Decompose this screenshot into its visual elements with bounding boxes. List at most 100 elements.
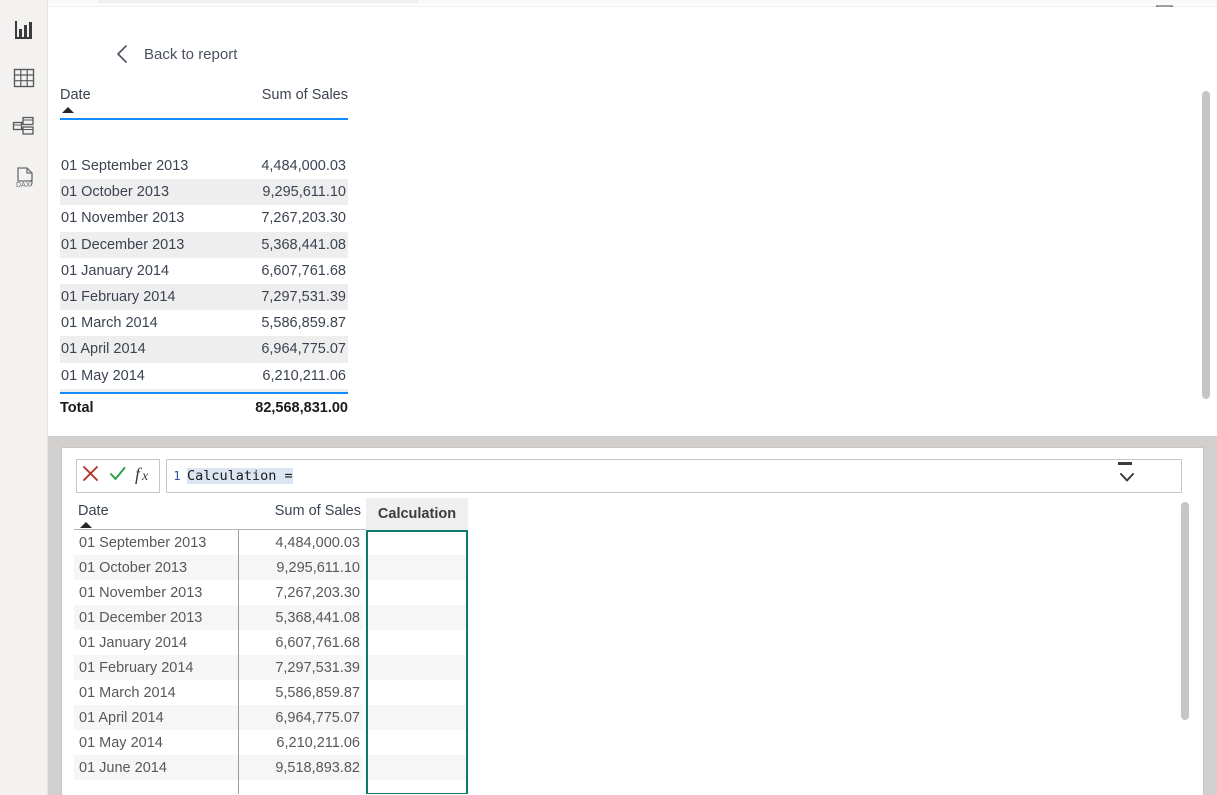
matrix-cell-sum-of-sales: 9,295,611.10 xyxy=(262,184,346,200)
grid-column-header-sum-of-sales[interactable]: Sum of Sales xyxy=(241,503,361,519)
matrix-row[interactable]: 01 December 20135,368,441.08 xyxy=(60,232,348,258)
back-to-report-button[interactable]: Back to report xyxy=(110,40,237,68)
matrix-rows: 01 September 20134,484,000.0301 October … xyxy=(60,153,348,394)
dax-query-icon: DAX xyxy=(11,166,37,190)
table-row[interactable]: 01 February 20147,297,531.39 xyxy=(74,655,1189,680)
svg-text:DAX: DAX xyxy=(16,182,31,189)
grid-cell-date[interactable]: 01 January 2014 xyxy=(74,630,238,655)
formula-expression[interactable]: Calculation = xyxy=(187,468,293,484)
sidebar-item-table-view[interactable] xyxy=(0,54,48,102)
grid-cell-sum-of-sales[interactable]: 9,295,611.10 xyxy=(239,555,363,580)
grid-cell-date[interactable]: 01 April 2014 xyxy=(74,705,238,730)
grid-cell-calculation[interactable] xyxy=(367,630,467,655)
grid-scrollbar-thumb[interactable] xyxy=(1181,502,1189,720)
sidebar-item-dax-query-view[interactable]: DAX xyxy=(0,154,48,202)
report-scrollbar-thumb[interactable] xyxy=(1202,91,1210,399)
formula-bar[interactable]: 1 Calculation = xyxy=(166,459,1182,493)
clipped-tab-sliver xyxy=(98,0,418,3)
matrix-rows-viewport: 01 September 20134,484,000.0301 October … xyxy=(60,120,348,394)
grid-cell-sum-of-sales[interactable]: 4,484,000.03 xyxy=(239,530,363,555)
matrix-row[interactable]: 01 November 20137,267,203.30 xyxy=(60,205,348,231)
grid-cell-calculation[interactable] xyxy=(367,530,467,555)
grid-cell-calculation[interactable] xyxy=(367,730,467,755)
matrix-cell-sum-of-sales: 7,297,531.39 xyxy=(261,289,346,305)
left-navigation-sidebar: DAX xyxy=(0,0,48,795)
table-row[interactable]: 01 June 20149,518,893.82 xyxy=(74,755,1189,780)
grid-cell-calculation[interactable] xyxy=(367,755,467,780)
matrix-cell-date: 01 April 2014 xyxy=(60,341,146,357)
grid-cell-date[interactable]: 01 May 2014 xyxy=(74,730,238,755)
grid-cell-calculation[interactable] xyxy=(367,555,467,580)
table-row[interactable]: 01 September 20134,484,000.03 xyxy=(74,530,1189,555)
table-row[interactable]: 01 October 20139,295,611.10 xyxy=(74,555,1189,580)
grid-cell-sum-of-sales[interactable]: 7,267,203.30 xyxy=(239,580,363,605)
bar-chart-icon xyxy=(13,20,35,40)
formula-bar-minimize-button[interactable] xyxy=(1111,457,1139,465)
grid-cell-sum-of-sales[interactable]: 7,297,531.39 xyxy=(239,655,363,680)
matrix-cell-date: 01 January 2014 xyxy=(60,263,169,279)
matrix-row[interactable]: 01 April 20146,964,775.07 xyxy=(60,336,348,362)
matrix-cell-sum-of-sales: 6,607,761.68 xyxy=(261,263,346,279)
matrix-row[interactable]: 01 May 20146,210,211.06 xyxy=(60,363,348,389)
grid-cell-date[interactable]: 01 March 2014 xyxy=(74,680,238,705)
grid-cell-date[interactable]: 01 December 2013 xyxy=(74,605,238,630)
sort-ascending-icon xyxy=(80,522,92,528)
table-row[interactable]: 01 March 20145,586,859.87 xyxy=(74,680,1189,705)
formula-action-buttons: f x xyxy=(76,459,160,493)
grid-cell-sum-of-sales[interactable]: 5,368,441.08 xyxy=(239,605,363,630)
matrix-cell-date: 01 September 2013 xyxy=(60,158,188,174)
matrix-cell-sum-of-sales: 7,267,203.30 xyxy=(261,210,346,226)
matrix-row[interactable]: 01 February 20147,297,531.39 xyxy=(60,284,348,310)
cancel-x-icon xyxy=(81,464,100,488)
matrix-row[interactable]: 01 October 20139,295,611.10 xyxy=(60,179,348,205)
report-canvas: Back to report Date Sum of Sales 01 Sept… xyxy=(48,7,1217,435)
grid-cell-sum-of-sales[interactable]: 5,586,859.87 xyxy=(239,680,363,705)
matrix-row[interactable]: 01 March 20145,586,859.87 xyxy=(60,310,348,336)
grid-cell-calculation[interactable] xyxy=(367,655,467,680)
table-row[interactable]: 01 December 20135,368,441.08 xyxy=(74,605,1189,630)
matrix-column-header-sum-of-sales[interactable]: Sum of Sales xyxy=(262,87,348,103)
grid-cell-date[interactable]: 01 September 2013 xyxy=(74,530,238,555)
table-row[interactable]: 01 May 20146,210,211.06 xyxy=(74,730,1189,755)
matrix-row[interactable]: 01 September 20134,484,000.03 xyxy=(60,153,348,179)
matrix-total-label: Total xyxy=(60,400,94,416)
matrix-visual: Date Sum of Sales 01 September 20134,484… xyxy=(60,87,348,119)
accept-button[interactable] xyxy=(105,461,131,491)
grid-cell-date[interactable]: 01 October 2013 xyxy=(74,555,238,580)
chevron-left-icon xyxy=(110,42,134,66)
grid-cell-sum-of-sales[interactable]: 6,210,211.06 xyxy=(239,730,363,755)
insert-function-button[interactable]: f x xyxy=(132,461,158,491)
matrix-cell-sum-of-sales: 5,586,859.87 xyxy=(261,315,346,331)
table-row[interactable]: 01 November 20137,267,203.30 xyxy=(74,580,1189,605)
data-grid-rows: 01 September 20134,484,000.0301 October … xyxy=(74,530,1189,780)
calculation-editor-panel: f x 1 Calculation = xyxy=(48,436,1217,795)
matrix-row[interactable]: 01 January 2014 6,607,761.68 xyxy=(60,258,348,284)
grid-cell-calculation[interactable] xyxy=(367,580,467,605)
chevron-down-icon xyxy=(1119,470,1135,488)
svg-text:x: x xyxy=(141,469,149,484)
sidebar-item-model-view[interactable] xyxy=(0,102,48,150)
grid-vertical-scrollbar[interactable] xyxy=(1178,498,1192,788)
table-row[interactable]: 01 April 20146,964,775.07 xyxy=(74,705,1189,730)
cancel-button[interactable] xyxy=(78,461,104,491)
grid-cell-calculation[interactable] xyxy=(367,605,467,630)
grid-cell-sum-of-sales[interactable]: 6,607,761.68 xyxy=(239,630,363,655)
grid-cell-sum-of-sales[interactable]: 6,964,775.07 xyxy=(239,705,363,730)
report-vertical-scrollbar[interactable] xyxy=(1199,85,1213,405)
table-row[interactable]: 01 January 20146,607,761.68 xyxy=(74,630,1189,655)
grid-column-header-calculation[interactable]: Calculation xyxy=(366,498,468,530)
matrix-column-header-date[interactable]: Date xyxy=(60,87,91,103)
data-grid-header: Date Sum of Sales Calculation xyxy=(74,498,1189,530)
matrix-total-value: 82,568,831.00 xyxy=(255,400,348,416)
clipped-top-toolbar xyxy=(48,0,1217,7)
grid-cell-sum-of-sales[interactable]: 9,518,893.82 xyxy=(239,755,363,780)
sidebar-item-report-view[interactable] xyxy=(0,6,48,54)
grid-column-header-date[interactable]: Date xyxy=(78,503,109,519)
grid-cell-date[interactable]: 01 February 2014 xyxy=(74,655,238,680)
grid-cell-date[interactable]: 01 June 2014 xyxy=(74,755,238,780)
formula-bar-expand-button[interactable] xyxy=(1112,466,1142,492)
grid-cell-calculation[interactable] xyxy=(367,680,467,705)
grid-cell-calculation[interactable] xyxy=(367,705,467,730)
matrix-cell-date: 01 December 2013 xyxy=(60,237,184,253)
grid-cell-date[interactable]: 01 November 2013 xyxy=(74,580,238,605)
